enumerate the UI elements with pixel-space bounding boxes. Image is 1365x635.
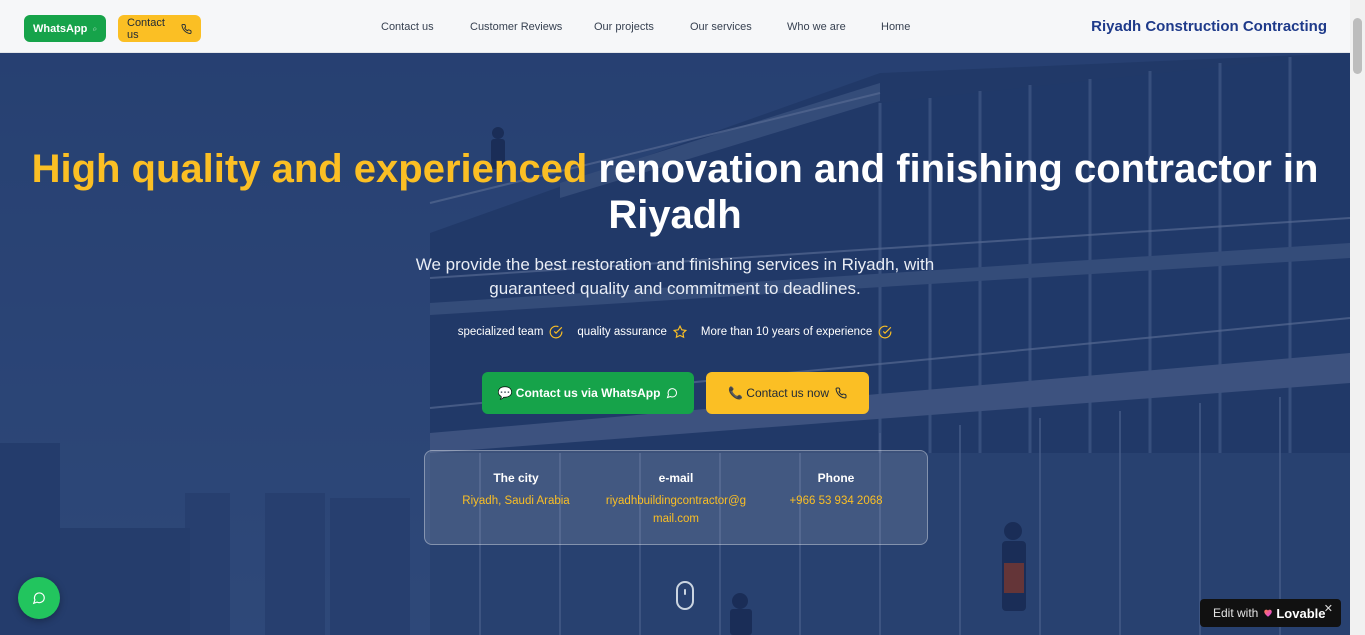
page-scrollbar[interactable] [1350, 0, 1365, 635]
hero-title-highlight: High quality and experienced [31, 147, 588, 191]
lovable-heart-icon [1264, 609, 1273, 617]
hero-features: specialized team quality assurance More … [0, 325, 1350, 339]
feature-quality-assurance: quality assurance [577, 325, 687, 339]
nav-our-services[interactable]: Our services [690, 21, 752, 33]
cta-whatsapp-button[interactable]: 💬 Contact us via WhatsApp [482, 372, 694, 414]
feature-label: quality assurance [577, 326, 667, 338]
message-circle-icon [667, 388, 678, 399]
site-header: WhatsApp Contact us Contact us Customer … [0, 0, 1350, 53]
header-whatsapp-label: WhatsApp [33, 22, 88, 35]
info-email-line1: riyadhbuildingcontractor@g [605, 495, 747, 507]
hero-title-rest: renovation and finishing contractor in R… [587, 147, 1319, 237]
info-phone-value[interactable]: +966 53 934 2068 [761, 492, 911, 510]
feature-label: specialized team [457, 326, 544, 338]
phone-icon [835, 387, 847, 399]
header-contact-label: Contact us [127, 16, 165, 41]
site-brand[interactable]: Riyadh Construction Contracting [1091, 18, 1327, 35]
check-circle-icon [550, 325, 563, 339]
info-city-value: Riyadh, Saudi Arabia [462, 495, 570, 507]
info-city-label: The city [493, 471, 539, 485]
message-circle-icon [93, 27, 97, 31]
phone-icon [181, 23, 192, 34]
header-contact-button[interactable]: Contact us [118, 15, 201, 42]
info-email: e-mail riyadhbuildingcontractor@g mail.c… [601, 471, 751, 528]
scrollbar-thumb[interactable] [1353, 18, 1362, 74]
message-circle-icon [32, 592, 45, 605]
info-phone-label: Phone [817, 471, 855, 485]
feature-specialized-team: specialized team [458, 325, 564, 339]
badge-close-icon[interactable]: ✕ [1324, 602, 1333, 615]
feature-label: More than 10 years of experience [700, 326, 873, 338]
hero-section: High quality and experienced renovation … [0, 53, 1350, 635]
info-city: The city Riyadh, Saudi Arabia [441, 471, 591, 510]
header-whatsapp-button[interactable]: WhatsApp [24, 15, 106, 42]
hero-overlay [0, 53, 1350, 635]
nav-home[interactable]: Home [881, 21, 910, 33]
check-circle-icon [878, 325, 892, 339]
cta-call-label: 📞 Contact us now [728, 386, 829, 400]
badge-brand-label: Lovable [1276, 605, 1326, 621]
nav-our-projects[interactable]: Our projects [594, 21, 654, 33]
info-email-label: e-mail [658, 471, 694, 485]
cta-whatsapp-label: 💬 Contact us via WhatsApp [497, 386, 661, 400]
nav-contact-us[interactable]: Contact us [381, 21, 434, 33]
scroll-mouse-icon [676, 581, 694, 610]
edit-with-lovable-badge[interactable]: Edit with Lovable ✕ [1200, 599, 1341, 627]
contact-info-card: The city Riyadh, Saudi Arabia e-mail riy… [424, 450, 928, 545]
star-icon [672, 325, 687, 339]
nav-who-we-are[interactable]: Who we are [787, 21, 846, 33]
badge-edit-label: Edit with [1213, 606, 1259, 620]
info-phone: Phone +966 53 934 2068 [761, 471, 911, 510]
cta-call-button[interactable]: 📞 Contact us now [706, 372, 869, 414]
info-email-value[interactable]: riyadhbuildingcontractor@g mail.com [601, 492, 751, 528]
hero-title: High quality and experienced renovation … [0, 146, 1350, 238]
info-email-line2: mail.com [652, 513, 699, 525]
floating-whatsapp-button[interactable] [18, 577, 60, 619]
feature-experience: More than 10 years of experience [701, 325, 892, 339]
hero-subtitle: We provide the best restoration and fini… [415, 255, 935, 298]
nav-customer-reviews[interactable]: Customer Reviews [470, 21, 562, 33]
